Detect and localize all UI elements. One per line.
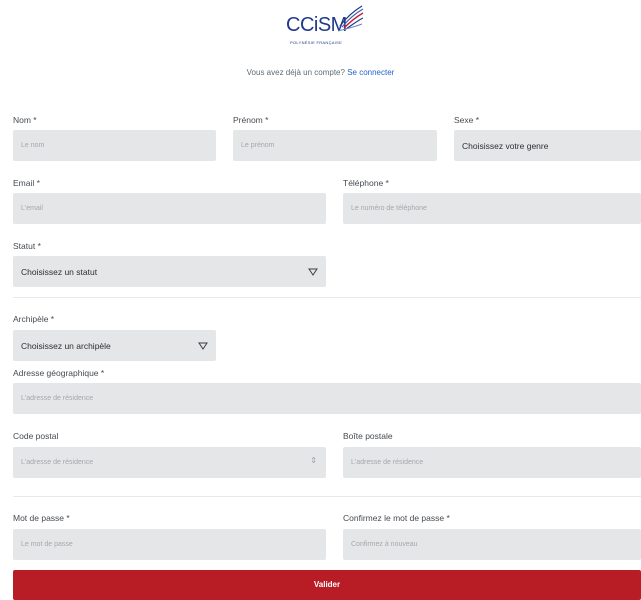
archipel-label: Archipèle * — [13, 314, 55, 324]
adresse-label: Adresse géographique * — [13, 368, 105, 378]
logo-subtitle: POLYNÉSIE FRANÇAISE — [290, 40, 343, 45]
chevron-down-icon — [308, 268, 318, 276]
login-prompt-text: Vous avez déjà un compte? — [246, 68, 345, 77]
nom-label: Nom * — [13, 115, 37, 125]
statut-value: Choisissez un statut — [21, 266, 98, 277]
chevron-down-icon — [198, 342, 208, 350]
archipel-value: Choisissez un archipèle — [21, 340, 111, 351]
telephone-field[interactable]: Le numéro de téléphone — [343, 193, 641, 224]
boite-postale-label: Boîte postale — [343, 431, 393, 441]
code-postal-field[interactable]: L'adresse de résidence ⇕ — [13, 447, 326, 478]
number-spinner-icon[interactable]: ⇕ — [310, 457, 317, 465]
section-divider — [13, 496, 641, 497]
boite-postale-field[interactable]: L'adresse de résidence — [343, 447, 641, 478]
confirmation-field[interactable]: Confirmez à nouveau — [343, 529, 641, 560]
adresse-field[interactable]: L'adresse de résidence — [13, 383, 641, 414]
statut-label: Statut * — [13, 241, 41, 251]
sexe-select[interactable]: Choisissez votre genre — [454, 130, 641, 161]
email-label: Email * — [13, 178, 40, 188]
login-prompt: Vous avez déjà un compte? Se connecter — [0, 68, 641, 77]
statut-select[interactable]: Choisissez un statut — [13, 256, 326, 287]
login-link[interactable]: Se connecter — [347, 68, 394, 77]
confirmation-label: Confirmez le mot de passe * — [343, 513, 450, 523]
submit-button[interactable]: Valider — [13, 570, 641, 600]
ccism-logo: CCiSM POLYNÉSIE FRANÇAISE — [286, 4, 364, 50]
code-postal-label: Code postal — [13, 431, 59, 441]
section-divider — [13, 297, 641, 298]
email-field[interactable]: L'email — [13, 193, 326, 224]
code-postal-placeholder: L'adresse de résidence — [21, 459, 94, 466]
prenom-label: Prénom * — [233, 115, 269, 125]
telephone-label: Téléphone * — [343, 178, 389, 188]
logo-swoosh-icon — [338, 5, 364, 32]
nom-field[interactable]: Le nom — [13, 130, 216, 161]
archipel-select[interactable]: Choisissez un archipèle — [13, 330, 216, 361]
sexe-label: Sexe * — [454, 115, 480, 125]
mot-de-passe-field[interactable]: Le mot de passe — [13, 529, 326, 560]
mot-de-passe-label: Mot de passe * — [13, 513, 70, 523]
prenom-field[interactable]: Le prénom — [233, 130, 437, 161]
